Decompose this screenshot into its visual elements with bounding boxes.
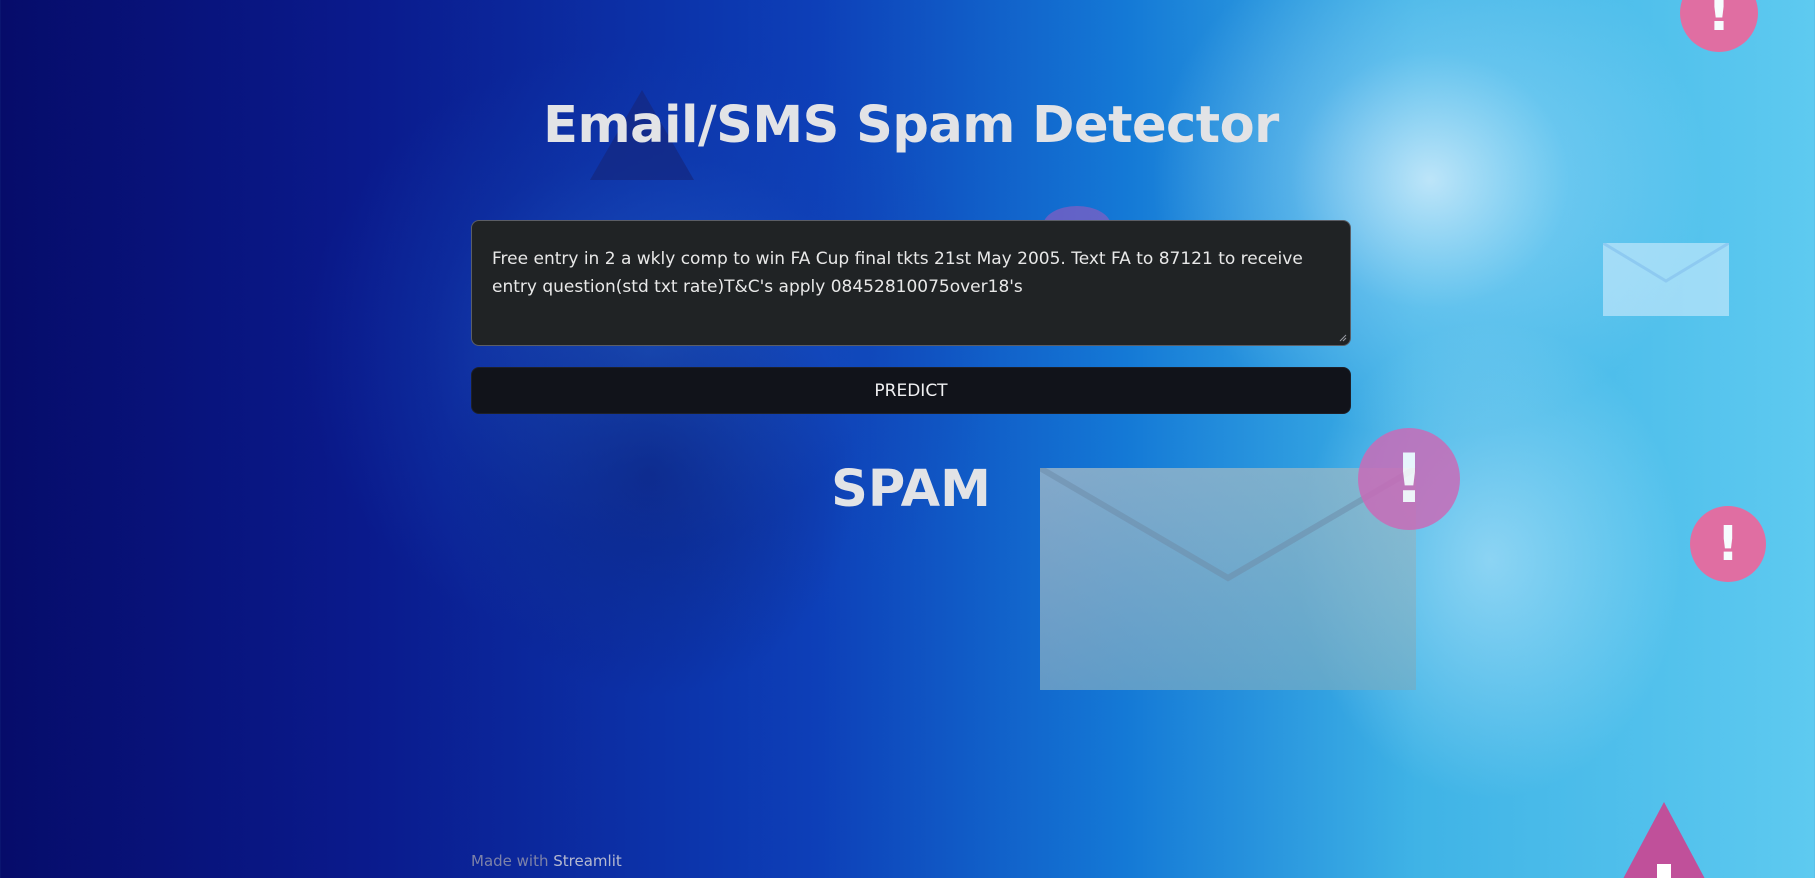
footer-prefix: Made with bbox=[471, 852, 554, 870]
streamlit-link[interactable]: Streamlit bbox=[553, 852, 622, 870]
warning-triangle-icon bbox=[1616, 802, 1712, 878]
message-text: Free entry in 2 a wkly comp to win FA Cu… bbox=[492, 249, 1303, 297]
footer: Made with Streamlit bbox=[471, 852, 622, 870]
message-textarea[interactable]: Free entry in 2 a wkly comp to win FA Cu… bbox=[471, 220, 1351, 346]
predict-button[interactable]: PREDICT bbox=[471, 367, 1351, 414]
main-content: Email/SMS Spam Detector Free entry in 2 … bbox=[471, 0, 1351, 878]
prediction-result: SPAM bbox=[831, 460, 991, 519]
alert-icon: ! bbox=[1358, 428, 1460, 530]
page-title: Email/SMS Spam Detector bbox=[543, 96, 1279, 155]
envelope-icon bbox=[1603, 243, 1729, 316]
resize-handle-icon[interactable] bbox=[1338, 333, 1347, 342]
alert-icon: ! bbox=[1680, 0, 1758, 52]
alert-icon: ! bbox=[1690, 506, 1766, 582]
